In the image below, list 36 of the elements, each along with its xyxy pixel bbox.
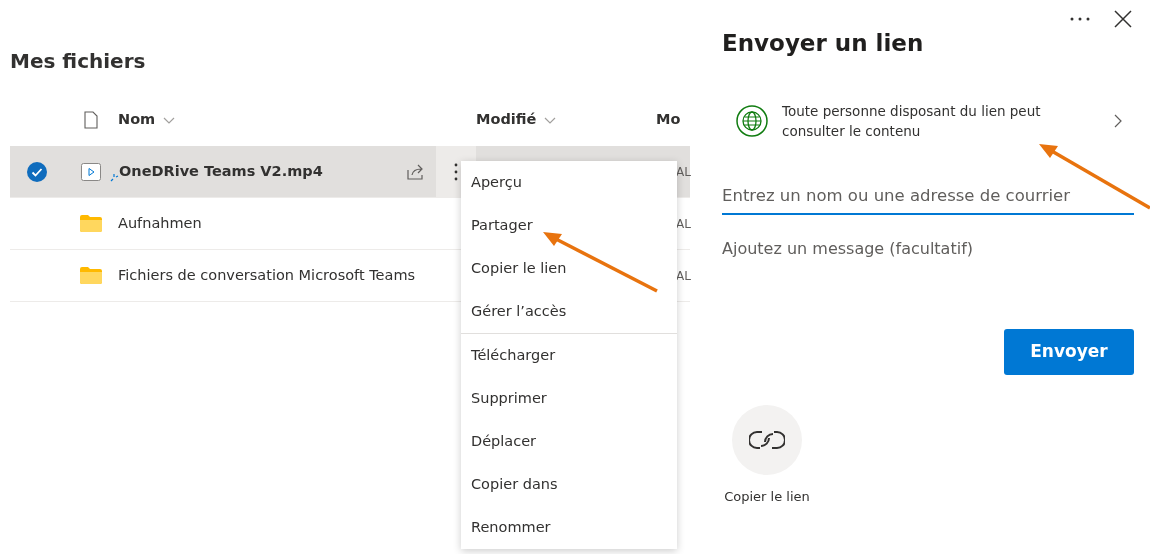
close-icon[interactable]: [1114, 10, 1132, 28]
file-type-icon: [84, 111, 98, 129]
menu-item[interactable]: Copier dans: [461, 463, 677, 506]
menu-item[interactable]: Supprimer: [461, 377, 677, 420]
folder-icon: [80, 267, 102, 284]
link-settings-button[interactable]: Toute personne disposant du lien peut consulter le contenu: [722, 100, 1134, 143]
more-vertical-icon[interactable]: [454, 162, 458, 181]
sync-spinner-icon: [110, 172, 119, 182]
file-name-link[interactable]: OneDRive Teams V2.mp4: [119, 160, 323, 183]
menu-item[interactable]: Partager: [461, 204, 677, 247]
page-title: Mes fichiers: [10, 48, 146, 75]
menu-item[interactable]: Copier le lien: [461, 247, 677, 290]
modified-cell: AL: [676, 164, 691, 179]
file-name-link[interactable]: Fichiers de conversation Microsoft Teams: [118, 264, 416, 287]
column-header[interactable]: Modifié: [476, 109, 537, 131]
check-circle-icon[interactable]: [27, 161, 47, 182]
sort-caret-icon: [163, 116, 176, 124]
column-header[interactable]: Nom: [118, 109, 156, 131]
copy-link-label: Copier le lien: [724, 488, 810, 507]
share-icon[interactable]: [407, 163, 425, 180]
file-name-link[interactable]: Aufnahmen: [118, 212, 202, 235]
modified-cell: AL: [676, 216, 691, 231]
chevron-right-icon: [1114, 114, 1122, 129]
modified-cell: AL: [676, 268, 691, 283]
folder-icon: [80, 215, 102, 232]
panel-title: Envoyer un lien: [722, 29, 924, 58]
link-icon: [749, 429, 785, 452]
globe-icon: [736, 105, 768, 138]
menu-item[interactable]: Renommer: [461, 506, 677, 549]
video-file-icon: [81, 162, 101, 181]
menu-item[interactable]: Télécharger: [461, 334, 677, 377]
more-icon[interactable]: [1070, 17, 1090, 21]
column-header[interactable]: Mo: [656, 109, 681, 131]
send-button[interactable]: Envoyer: [1004, 329, 1134, 376]
menu-item[interactable]: Déplacer: [461, 420, 677, 463]
sort-caret-icon: [544, 116, 557, 124]
